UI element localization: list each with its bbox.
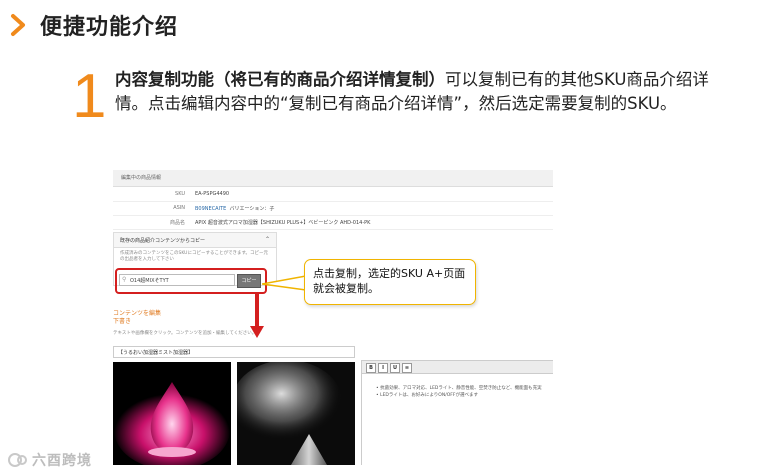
step-description: 内容复制功能（将已有的商品介绍详情复制）可以复制已有的其他SKU商品介绍详情。点…	[115, 68, 740, 116]
watermark-logo-icon	[8, 453, 27, 467]
rich-text-editor[interactable]: B I U ≡ • 抗菌効果、アロマ対応、LEDライト、静音性能、空焚き防止など…	[361, 360, 553, 465]
callout-note: 点击复制，选定的SKU A+页面就会被复制。	[304, 259, 476, 305]
product-image-humidifier[interactable]	[113, 362, 231, 465]
editor-toolbar: B I U ≡	[362, 361, 553, 374]
info-row-sku: SKU EA-PSPG4490	[113, 187, 553, 202]
module-title-field[interactable]: 【うるおい加湿器ミスト加湿器】	[113, 346, 355, 358]
edit-instructions: テキストや画像欄をクリック。コンテンツを追加・編集してください。	[113, 331, 257, 336]
info-header-bar: 編集中の商品情報	[113, 170, 553, 187]
row-value: APIX 超音波式アロマ加湿器【SHIZUKU PLUS+】ベビーピンク AHD…	[195, 220, 371, 226]
row-label: 商品名	[169, 220, 185, 226]
watermark: 六酉跨境	[8, 450, 92, 470]
list-format-icon[interactable]: ≡	[402, 363, 412, 373]
watermark-text: 六酉跨境	[32, 453, 92, 469]
callout-text: 点击复制，选定的SKU A+页面就会被复制。	[313, 267, 466, 295]
chevron-up-icon[interactable]: ⌃	[265, 236, 270, 243]
info-header-label: 編集中の商品情報	[121, 175, 162, 181]
info-row-asin: ASIN B09NECAITE バリエーション：子	[113, 201, 553, 216]
bullet-item: • 抗菌効果、アロマ対応、LEDライト、静音性能、空焚き防止など、機能面も充実	[376, 386, 542, 391]
edit-section-title: コンテンツを編集 下書き	[113, 310, 161, 326]
panel-title: 既存の商品紹介コンテンツからコピー	[120, 238, 206, 244]
section-subtitle: 下書き	[113, 318, 132, 325]
panel-description: 作成済みのコンテンツをこのSKUにコピーすることができます。コピー元の出品者を入…	[120, 251, 269, 262]
row-value: EA-PSPG4490	[195, 191, 230, 197]
product-image-mist[interactable]	[237, 362, 355, 465]
row-label: SKU	[175, 191, 185, 197]
chevron-right-icon	[10, 10, 32, 40]
underline-button[interactable]: U	[390, 363, 400, 373]
info-row-product-name: 商品名 APIX 超音波式アロマ加湿器【SHIZUKU PLUS+】ベビーピンク…	[113, 215, 553, 230]
variation-label: バリエーション：子	[229, 206, 275, 212]
callout-pointer	[262, 275, 307, 291]
row-value: B09NECAITE バリエーション：子	[195, 205, 274, 212]
section-title: コンテンツを編集	[113, 310, 162, 317]
page-title: 便捷功能介绍	[40, 15, 179, 40]
bullet-item: • LEDライトは、お好みによりON/OFFが選べます	[376, 393, 478, 398]
asin-link[interactable]: B09NECAITE	[195, 206, 226, 212]
amazon-seller-screenshot: 編集中の商品情報 SKU EA-PSPG4490 ASIN B09NECAITE…	[113, 170, 553, 465]
step-number: 1	[72, 62, 107, 131]
section-header: 便捷功能介绍	[10, 10, 178, 40]
italic-button[interactable]: I	[378, 363, 388, 373]
step-bold-text: 内容复制功能（将已有的商品介绍详情复制）	[115, 70, 445, 89]
row-label: ASIN	[173, 205, 185, 211]
highlight-box	[115, 268, 267, 294]
module-title-value: 【うるおい加湿器ミスト加湿器】	[118, 350, 194, 356]
arrow-down-icon	[250, 292, 264, 338]
bold-button[interactable]: B	[366, 363, 376, 373]
panel-header[interactable]: 既存の商品紹介コンテンツからコピー ⌃	[114, 233, 276, 248]
